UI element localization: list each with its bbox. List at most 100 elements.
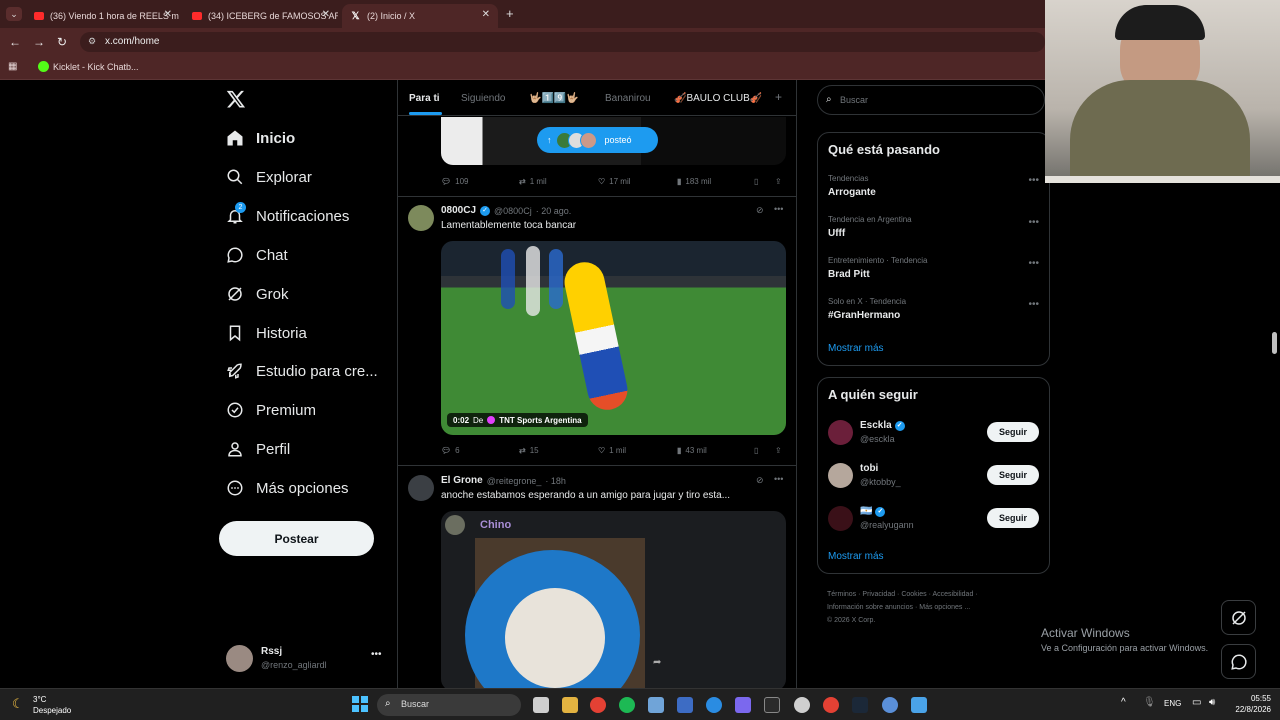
more-icon[interactable]: ••• — [774, 474, 783, 484]
microphone-icon[interactable]: 🎙︎ — [1143, 697, 1156, 708]
start-icon[interactable] — [352, 696, 368, 712]
tab-para-ti[interactable]: Para ti — [409, 93, 440, 104]
post-video[interactable]: 0:02 De TNT Sports Argentina — [441, 241, 786, 435]
spotify-icon[interactable] — [619, 697, 635, 713]
trend-item[interactable]: Entretenimiento · Tendencia Brad Pitt — [828, 256, 927, 280]
like-button[interactable]: ♡ 1 mil — [598, 446, 626, 455]
forward-icon[interactable]: → — [33, 35, 45, 49]
search-input[interactable]: ⌕ Buscar — [817, 85, 1045, 115]
chrome-icon[interactable] — [823, 697, 839, 713]
follow-name[interactable]: 🇦🇷 — [860, 506, 872, 517]
more-icon[interactable]: ••• — [1028, 299, 1039, 310]
footer-link[interactable]: Privacidad — [862, 591, 895, 598]
sidebar-item-grok[interactable]: Grok — [226, 279, 289, 309]
task-view-icon[interactable] — [533, 697, 549, 713]
clock[interactable]: 05:55 22/8/2026 — [1225, 693, 1271, 715]
footer-link[interactable]: Cookies — [901, 591, 926, 598]
like-button[interactable]: ♡ 17 mil — [598, 177, 631, 186]
new-tab-icon[interactable]: + — [506, 6, 514, 21]
tab-add[interactable]: + — [775, 90, 782, 104]
repost-button[interactable]: ⇄ 1 mil — [519, 177, 547, 186]
reply-button[interactable]: 💬︎ 109 — [441, 177, 469, 186]
app-icon[interactable] — [677, 697, 693, 713]
obs-icon[interactable] — [794, 697, 810, 713]
views-button[interactable]: ▮ 43 mil — [677, 446, 707, 455]
new-posts-pill[interactable]: ↑ posteó — [537, 127, 658, 153]
close-icon[interactable]: ✕ — [322, 9, 330, 20]
chrome-icon[interactable] — [590, 697, 606, 713]
steam-icon[interactable] — [852, 697, 868, 713]
follow-button[interactable]: Seguir — [987, 465, 1039, 485]
follow-name[interactable]: Esckla — [860, 420, 892, 431]
show-more-trends-link[interactable]: Mostrar más — [828, 343, 884, 354]
account-switcher[interactable]: Rssj௃ @renzo_agliardl ••• — [226, 643, 386, 673]
sidebar-item-explorar[interactable]: Explorar — [226, 162, 312, 192]
more-icon[interactable]: ••• — [1028, 258, 1039, 269]
sidebar-item-premium[interactable]: Premium — [226, 395, 316, 425]
file-explorer-icon[interactable] — [562, 697, 578, 713]
network-icon[interactable]: ▭ — [1192, 697, 1201, 708]
tab-baulo-club[interactable]: 🎻BAULO CLUB🎻 — [674, 93, 762, 104]
avatar[interactable] — [408, 205, 434, 231]
sidebar-item-perfil[interactable]: Perfil — [226, 434, 290, 464]
grok-floating-button[interactable] — [1221, 600, 1256, 635]
footer-link[interactable]: Accesibilidad — [932, 591, 973, 598]
share-button[interactable]: ⇪ — [775, 177, 782, 186]
footer-link[interactable]: Información sobre anuncios — [827, 604, 913, 611]
more-icon[interactable]: ••• — [1028, 217, 1039, 228]
grok-icon[interactable]: ⊘ — [756, 205, 764, 216]
tab-list-19[interactable]: 🤟🏼1️⃣9️⃣🤟🏼 — [529, 93, 579, 104]
reply-button[interactable]: 💬︎ 6 — [441, 446, 460, 455]
trend-item[interactable]: Tendencias Arrogante — [828, 174, 876, 198]
avatar[interactable] — [828, 463, 853, 488]
notepad-icon[interactable] — [648, 697, 664, 713]
sidebar-item-notificaciones[interactable]: 2 Notificaciones — [226, 201, 349, 231]
browser-tab[interactable]: (34) ICEBERG de FAMOSOS ARG ✕ — [184, 4, 338, 28]
bookmark-kicklet[interactable]: Kicklet - Kick Chatb... — [53, 62, 139, 72]
edge-icon[interactable] — [706, 697, 722, 713]
forward-icon[interactable]: ➦ — [653, 657, 661, 668]
app-icon[interactable] — [882, 697, 898, 713]
taskbar-search[interactable]: ⌕ Buscar — [377, 694, 521, 716]
language-indicator[interactable]: ENG — [1164, 699, 1181, 708]
tab-bananirou[interactable]: Bananirou — [605, 93, 651, 104]
share-button[interactable]: ⇪ — [775, 446, 782, 455]
more-icon[interactable]: ••• — [1028, 175, 1039, 186]
site-info-icon[interactable]: ⚙ — [88, 36, 96, 47]
more-icon[interactable]: ••• — [371, 649, 382, 660]
terminal-icon[interactable] — [764, 697, 780, 713]
post-time[interactable]: · 20 ago. — [536, 206, 572, 216]
avatar[interactable] — [828, 420, 853, 445]
close-icon[interactable]: ✕ — [164, 9, 172, 20]
sidebar-item-historia[interactable]: Historia — [226, 318, 307, 348]
chevron-up-icon[interactable]: ^ — [1121, 697, 1126, 708]
browser-tab[interactable]: (36) Viendo 1 hora de REELS m ✕ — [26, 4, 180, 28]
views-button[interactable]: ▮ 183 mil — [677, 177, 711, 186]
url-field[interactable]: ⚙ x.com/home — [80, 32, 1045, 52]
post-button[interactable]: Postear — [219, 521, 374, 556]
tab-search-button[interactable]: ⌄ — [6, 7, 22, 21]
avatar[interactable] — [828, 506, 853, 531]
follow-button[interactable]: Seguir — [987, 422, 1039, 442]
sidebar-item-estudio[interactable]: Estudio para cre... — [226, 356, 378, 386]
volume-icon[interactable]: 🔊︎ — [1209, 697, 1215, 708]
repost-button[interactable]: ⇄ 15 — [519, 446, 539, 455]
reload-icon[interactable]: ↻ — [57, 35, 67, 49]
teams-icon[interactable] — [735, 697, 751, 713]
messages-floating-button[interactable] — [1221, 644, 1256, 679]
bookmark-button[interactable]: ▯ — [754, 446, 758, 455]
footer-link[interactable]: Más opciones ... — [919, 604, 970, 611]
x-logo-icon[interactable] — [226, 89, 246, 114]
sidebar-item-mas-opciones[interactable]: Más opciones — [226, 473, 349, 503]
follow-button[interactable]: Seguir — [987, 508, 1039, 528]
tab-siguiendo[interactable]: Siguiendo — [461, 93, 505, 104]
show-more-follow-link[interactable]: Mostrar más — [828, 551, 884, 562]
apps-grid-icon[interactable]: ▦ — [8, 61, 17, 72]
weather-widget[interactable]: 3°C Despejado — [33, 694, 71, 716]
scrollbar-thumb[interactable] — [1272, 332, 1277, 354]
trend-item[interactable]: Tendencia en Argentina Ufff — [828, 215, 912, 239]
trend-item[interactable]: Solo en X · Tendencia #GranHermano — [828, 297, 906, 321]
bookmark-button[interactable]: ▯ — [754, 177, 758, 186]
post-image[interactable]: Chino ➦ — [441, 511, 786, 688]
video-source[interactable]: TNT Sports Argentina — [499, 416, 581, 425]
